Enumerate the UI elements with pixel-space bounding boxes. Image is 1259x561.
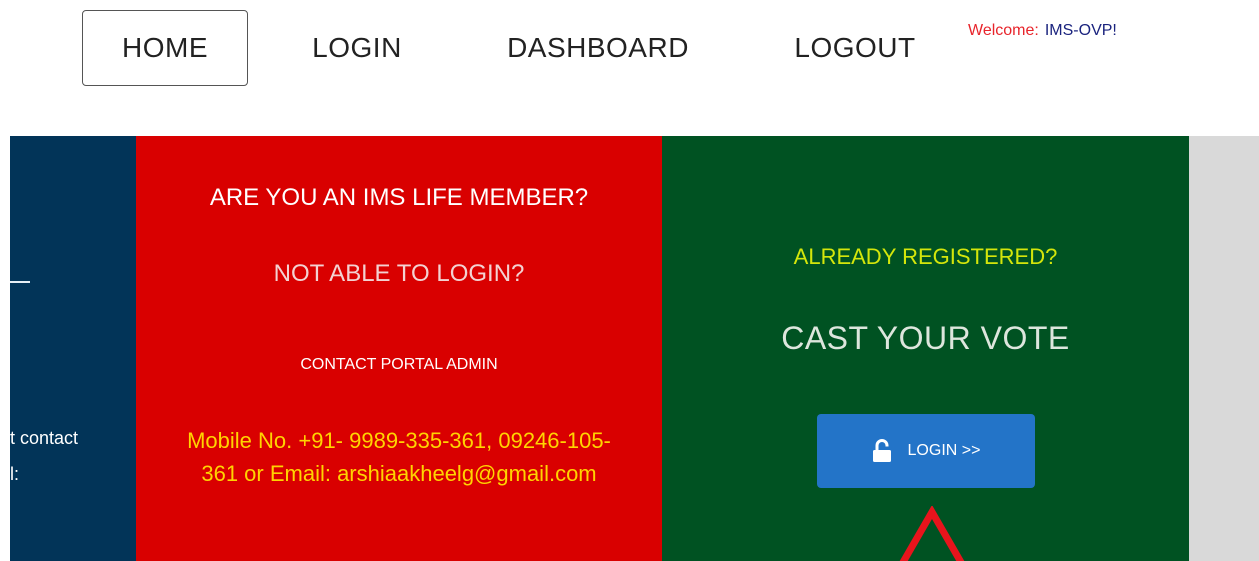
already-registered-question: ALREADY REGISTERED? xyxy=(793,244,1058,269)
welcome-message: Welcome: IMS-OVP! xyxy=(968,22,1117,40)
side-strip xyxy=(1189,136,1259,561)
cast-vote-title: CAST YOUR VOTE xyxy=(781,320,1070,356)
vote-login-button[interactable]: LOGIN >> xyxy=(817,414,1035,488)
divider-line xyxy=(10,281,30,283)
left-panel-text-2: l: xyxy=(10,464,19,484)
vote-login-label: LOGIN >> xyxy=(907,442,981,459)
contact-details: Mobile No. +91- 9989-335-361, 09246-105-… xyxy=(187,428,611,486)
welcome-label: Welcome: xyxy=(968,22,1039,39)
life-member-question: ARE YOU AN IMS LIFE MEMBER? xyxy=(209,184,589,211)
info-panel-left: t contact l: xyxy=(10,136,136,561)
vote-panel: ALREADY REGISTERED? CAST YOUR VOTE LOGIN… xyxy=(662,136,1189,561)
page: HOME LOGIN DASHBOARD LOGOUT Welcome: IMS-… xyxy=(0,0,1259,561)
nav-dashboard-link[interactable]: DASHBOARD xyxy=(488,10,708,86)
login-issue-question: NOT ABLE TO LOGIN? xyxy=(273,260,525,287)
nav-home-label: HOME xyxy=(122,32,208,63)
nav-logout-link[interactable]: LOGOUT xyxy=(772,10,938,86)
red-arrow-annotation xyxy=(899,506,965,561)
nav-logout-label: LOGOUT xyxy=(794,32,916,63)
nav-login-link[interactable]: LOGIN xyxy=(292,10,422,86)
nav-login-label: LOGIN xyxy=(312,32,402,63)
contact-admin-heading: CONTACT PORTAL ADMIN xyxy=(300,356,498,373)
life-member-panel: ARE YOU AN IMS LIFE MEMBER? NOT ABLE TO … xyxy=(136,136,662,561)
nav-dashboard-label: DASHBOARD xyxy=(507,32,689,63)
nav-home-link[interactable]: HOME xyxy=(82,10,248,86)
welcome-username: IMS-OVP! xyxy=(1044,22,1117,39)
left-panel-text-1: t contact xyxy=(10,428,79,448)
unlock-icon xyxy=(872,439,891,462)
